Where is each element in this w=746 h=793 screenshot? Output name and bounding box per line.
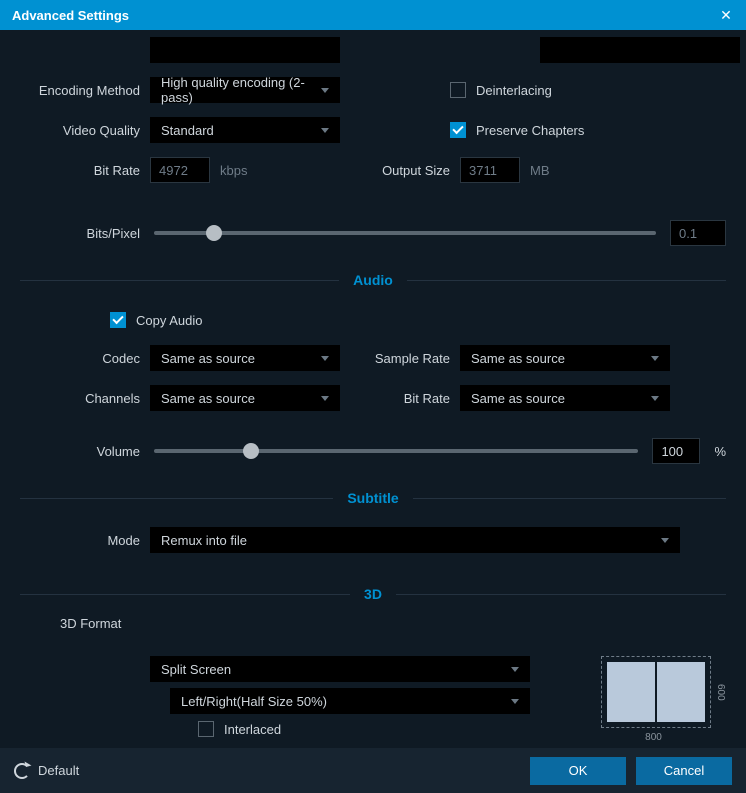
audio-channels-select[interactable]: Same as source xyxy=(150,385,340,411)
chevron-down-icon xyxy=(511,667,519,672)
audio-section-header: Audio xyxy=(20,272,726,288)
bits-pixel-slider[interactable] xyxy=(154,231,656,235)
close-icon[interactable]: ✕ xyxy=(718,7,734,24)
3d-format-label: 3D Format xyxy=(20,616,140,631)
chevron-down-icon xyxy=(321,128,329,133)
copy-audio-label: Copy Audio xyxy=(136,313,203,328)
volume-slider[interactable] xyxy=(154,449,638,453)
volume-input[interactable]: 100 xyxy=(652,438,700,464)
subtitle-mode-label: Mode xyxy=(20,533,140,548)
chevron-down-icon xyxy=(651,356,659,361)
video-quality-label: Video Quality xyxy=(20,123,140,138)
3d-section-header: 3D xyxy=(20,586,726,602)
content-area: Encoding Method High quality encoding (2… xyxy=(0,30,746,748)
video-quality-select[interactable]: Standard xyxy=(150,117,340,143)
bits-pixel-label: Bits/Pixel xyxy=(20,226,140,241)
preserve-chapters-label: Preserve Chapters xyxy=(476,123,584,138)
preview-width: 800 xyxy=(645,732,662,743)
interlaced-label: Interlaced xyxy=(224,722,281,737)
deinterlacing-checkbox[interactable] xyxy=(450,82,466,98)
3d-sub-select[interactable]: Left/Right(Half Size 50%) xyxy=(170,688,530,714)
titlebar: Advanced Settings ✕ xyxy=(0,0,746,30)
chevron-down-icon xyxy=(651,396,659,401)
3d-preview: 600 800 xyxy=(581,656,726,743)
chevron-down-icon xyxy=(321,356,329,361)
output-size-label: Output Size xyxy=(370,163,450,178)
dialog-title: Advanced Settings xyxy=(12,8,129,23)
copy-audio-checkbox[interactable] xyxy=(110,312,126,328)
sample-rate-label: Sample Rate xyxy=(370,351,450,366)
audio-codec-select[interactable]: Same as source xyxy=(150,345,340,371)
chevron-down-icon xyxy=(511,699,519,704)
ok-button[interactable]: OK xyxy=(530,757,626,785)
bitrate-label: Bit Rate xyxy=(20,163,140,178)
subtitle-section-header: Subtitle xyxy=(20,490,726,506)
footer: Default OK Cancel xyxy=(0,748,746,793)
output-size-input[interactable]: 3711 xyxy=(460,157,520,183)
volume-slider-thumb[interactable] xyxy=(243,443,259,459)
audio-bitrate-select[interactable]: Same as source xyxy=(460,385,670,411)
bits-pixel-slider-thumb[interactable] xyxy=(206,225,222,241)
encoding-method-select[interactable]: High quality encoding (2-pass) xyxy=(150,77,340,103)
encoding-method-label: Encoding Method xyxy=(20,83,140,98)
bitrate-input[interactable]: 4972 xyxy=(150,157,210,183)
preserve-chapters-checkbox[interactable] xyxy=(450,122,466,138)
chevron-down-icon xyxy=(661,538,669,543)
bitrate-unit: kbps xyxy=(220,163,247,178)
output-size-unit: MB xyxy=(530,163,550,178)
audio-channels-label: Channels xyxy=(20,391,140,406)
clipped-select-right[interactable] xyxy=(540,37,740,63)
default-button[interactable]: Default xyxy=(14,763,79,779)
volume-unit: % xyxy=(714,444,726,459)
3d-preview-box xyxy=(601,656,711,728)
interlaced-checkbox[interactable] xyxy=(198,721,214,737)
subtitle-mode-select[interactable]: Remux into file xyxy=(150,527,680,553)
sample-rate-select[interactable]: Same as source xyxy=(460,345,670,371)
deinterlacing-label: Deinterlacing xyxy=(476,83,552,98)
audio-bitrate-label: Bit Rate xyxy=(370,391,450,406)
clipped-select-left[interactable] xyxy=(150,37,340,63)
chevron-down-icon xyxy=(321,396,329,401)
3d-format-select[interactable]: Split Screen xyxy=(150,656,530,682)
preview-height: 600 xyxy=(715,684,726,701)
bits-pixel-input[interactable]: 0.1 xyxy=(670,220,726,246)
cancel-button[interactable]: Cancel xyxy=(636,757,732,785)
volume-label: Volume xyxy=(20,444,140,459)
audio-codec-label: Codec xyxy=(20,351,140,366)
reset-icon xyxy=(14,763,30,779)
chevron-down-icon xyxy=(321,88,329,93)
